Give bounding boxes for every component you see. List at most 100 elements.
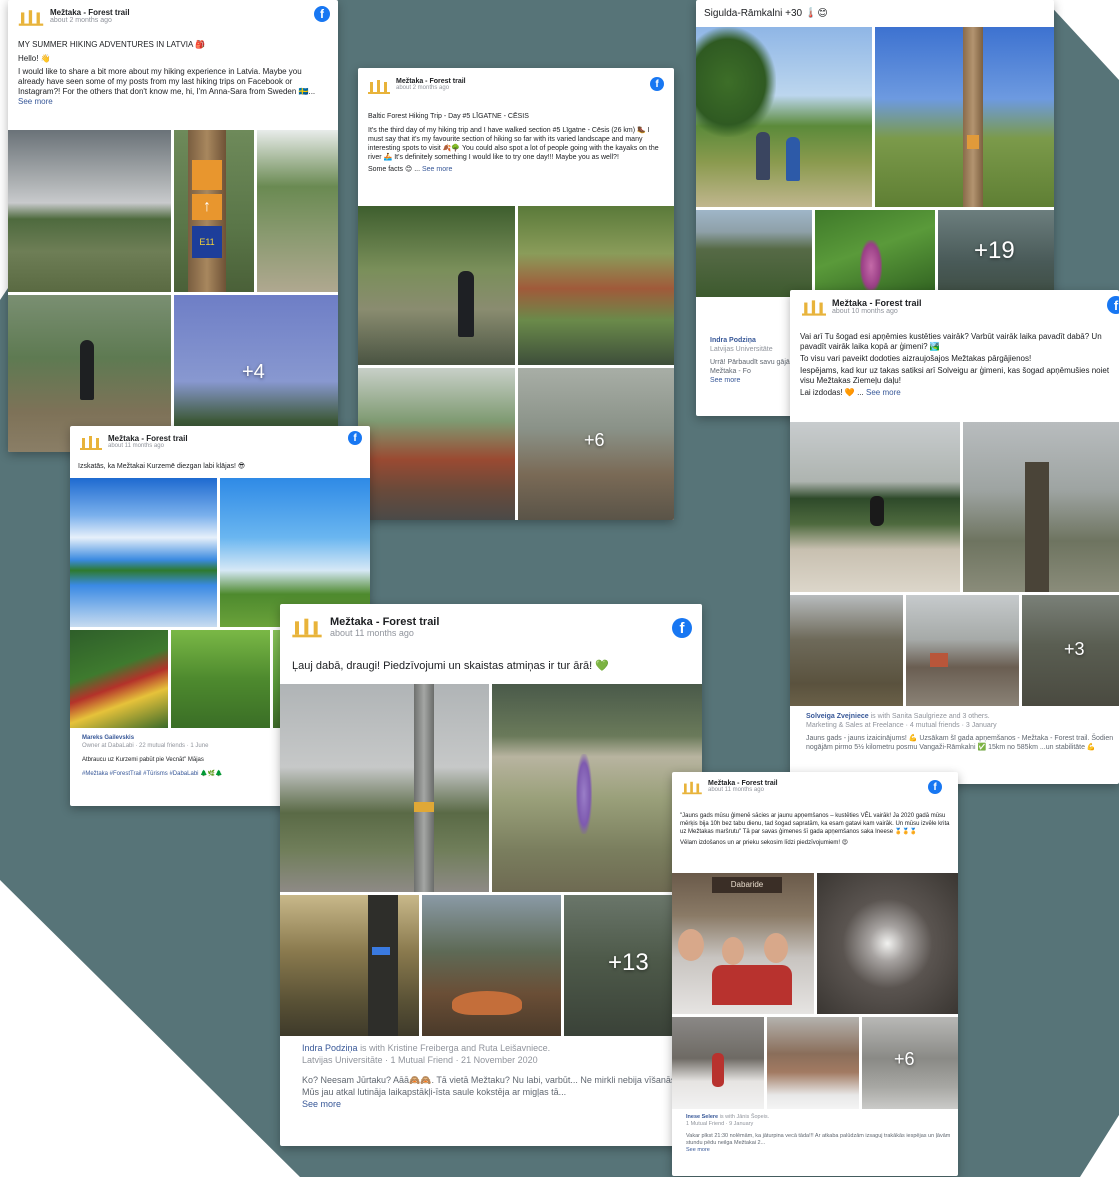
footer-author-sub: 1 Mutual Friend · 9 January (686, 1121, 754, 1127)
purple-flower (576, 754, 592, 834)
photo-more[interactable]: +19 (938, 210, 1054, 297)
photo-flowers[interactable] (815, 210, 935, 297)
facebook-icon: f (928, 780, 942, 794)
photo-marked-tree[interactable] (280, 895, 419, 1036)
photo-mushrooms[interactable] (422, 895, 561, 1036)
meztaka-logo-icon (682, 780, 702, 796)
page-name[interactable]: Mežtaka - Forest trail (108, 434, 188, 443)
photo-grid[interactable]: Dabaride +6 (672, 873, 958, 1109)
pink-flower (860, 240, 882, 292)
more-photos-count: +13 (608, 949, 649, 976)
e11-sign: E11 (192, 226, 222, 258)
post-card-laujdaba[interactable]: Mežtaka - Forest trail about 11 months a… (280, 604, 702, 1146)
photo-jumping-road[interactable] (790, 422, 960, 592)
see-more-link[interactable]: See more (866, 388, 901, 397)
post-card-solveiga[interactable]: Mežtaka - Forest trail about 10 months a… (790, 290, 1119, 784)
photo-grid[interactable]: +6 (358, 206, 674, 520)
photo-hikers-path[interactable] (696, 27, 872, 207)
photo-red-cliff[interactable] (358, 368, 515, 520)
post-time[interactable]: about 2 months ago (50, 17, 130, 24)
footer-text: Ko? Neesam Jūrtaku? Aāā🙈🙈. Tā vietā Mežt… (302, 1075, 678, 1097)
meztaka-logo-icon (802, 298, 826, 318)
post-time[interactable]: about 11 months ago (330, 628, 439, 638)
see-more-link[interactable]: See more (302, 1098, 692, 1110)
post-time[interactable]: about 2 months ago (396, 85, 466, 91)
page-name[interactable]: Mežtaka - Forest trail (832, 298, 922, 308)
photo-trail-post[interactable] (875, 27, 1054, 207)
jumping-figure (870, 496, 884, 526)
footer-author-name[interactable]: Solveiga Zvejniece (806, 713, 869, 720)
facebook-icon: f (314, 6, 330, 22)
post-time[interactable]: about 10 months ago (832, 308, 922, 315)
shared-post-footer: Solveiga Zvejniece is with Sanita Saulgr… (806, 712, 1116, 752)
hiker-figure (756, 132, 770, 180)
photo-more[interactable]: +6 (518, 368, 674, 520)
photo-blue-sky-lake[interactable] (70, 478, 217, 627)
post-card-new-year[interactable]: Mežtaka - Forest trail about 11 months a… (672, 772, 958, 1176)
shared-post-footer: Inese Selere is with Jānis Šopeis. 1 Mut… (686, 1114, 952, 1154)
post-card-ligatne[interactable]: Mežtaka - Forest trail about 2 months ag… (358, 68, 674, 520)
post-text: Ļauj dabā, draugi! Piedzīvojumi un skais… (292, 660, 609, 672)
yellow-marker (414, 802, 434, 812)
photo-flowers-house[interactable] (70, 630, 168, 728)
page-name[interactable]: Mežtaka - Forest trail (396, 78, 466, 85)
meztaka-logo-icon (18, 8, 44, 28)
post-facts: Some facts 😊 ... (368, 166, 421, 173)
footer-author-name[interactable]: Indra Podziņa (302, 1043, 358, 1053)
woman-figure (80, 340, 94, 400)
footer-author-sub: Latvijas Universitāte · 1 Mutual Friend … (302, 1055, 538, 1065)
photo-snow-trees[interactable] (767, 1017, 859, 1109)
photo-river-landscape[interactable] (8, 130, 171, 292)
photo-cliff-river[interactable] (518, 206, 674, 365)
photo-lake[interactable] (696, 210, 812, 297)
face-shape (722, 937, 744, 965)
photo-green-forest[interactable] (171, 630, 270, 728)
page-name[interactable]: Mežtaka - Forest trail (330, 616, 439, 628)
photo-grid[interactable]: +13 (280, 684, 702, 1036)
photo-frosty-flower[interactable] (492, 684, 702, 892)
page-name[interactable]: Mežtaka - Forest trail (708, 780, 778, 787)
post-time[interactable]: about 11 months ago (108, 443, 188, 449)
photo-more[interactable]: +3 (1022, 595, 1119, 706)
photo-big-tree[interactable] (963, 422, 1119, 592)
footer-text: Jauns gads - jauns izaicinājums! 💪 Uzsāk… (806, 735, 1114, 751)
page-name[interactable]: Mežtaka - Forest trail (50, 8, 130, 17)
photo-pine-forest[interactable] (790, 595, 903, 706)
tree-trunk (368, 895, 398, 1036)
post-text: Izskatās, ka Mežtakai Kurzemē diezgan la… (78, 463, 246, 470)
facebook-icon: f (348, 431, 362, 445)
footer-author-name[interactable]: Inese Selere (686, 1114, 718, 1120)
post-time[interactable]: about 11 months ago (708, 787, 778, 793)
woman-figure (458, 271, 474, 337)
more-photos-count: +3 (1064, 639, 1085, 659)
photo-park-pole[interactable] (280, 684, 489, 892)
photo-grid[interactable]: +19 (696, 27, 1054, 297)
photo-river-woman[interactable] (358, 206, 515, 365)
photo-boardwalk[interactable] (257, 130, 338, 292)
facebook-icon: f (1107, 296, 1119, 314)
facebook-icon: f (672, 618, 692, 638)
photo-tunnel[interactable] (817, 873, 958, 1014)
photo-grid[interactable]: +3 (790, 422, 1119, 706)
see-more-link[interactable]: See more (686, 1147, 952, 1154)
post-line-2: Vēlam izdošanos un ar prieku sekosim līd… (680, 840, 848, 846)
tree-shape (696, 27, 776, 137)
post-body: It's the third day of my hiking trip and… (368, 127, 659, 161)
see-more-link[interactable]: See more (18, 97, 53, 106)
photo-snow-runner[interactable] (672, 1017, 764, 1109)
post-top-text: Sigulda-Rāmkalni +30 🌡️😊 (704, 8, 828, 19)
see-more-link[interactable]: See more (422, 166, 452, 173)
photo-family-selfie[interactable]: Dabaride (672, 873, 814, 1014)
post-greeting: Hello! 👋 (18, 54, 51, 63)
photo-grid[interactable]: ↑ E11 +4 (8, 130, 338, 452)
post-card-summer-hiking[interactable]: Mežtaka - Forest trail about 2 months ag… (8, 0, 338, 452)
mushroom-cap (452, 991, 522, 1015)
post-marker (967, 135, 979, 149)
orange-marker (192, 160, 222, 190)
hiker-figure (786, 137, 800, 181)
photo-more[interactable]: +6 (862, 1017, 958, 1109)
photo-village-road[interactable] (906, 595, 1019, 706)
post-line-4: Lai izdodas! 🧡 ... (800, 388, 864, 397)
footer-with: is with Kristine Freiberga and Ruta Leiš… (360, 1043, 551, 1053)
photo-trail-sign[interactable]: ↑ E11 (174, 130, 254, 292)
